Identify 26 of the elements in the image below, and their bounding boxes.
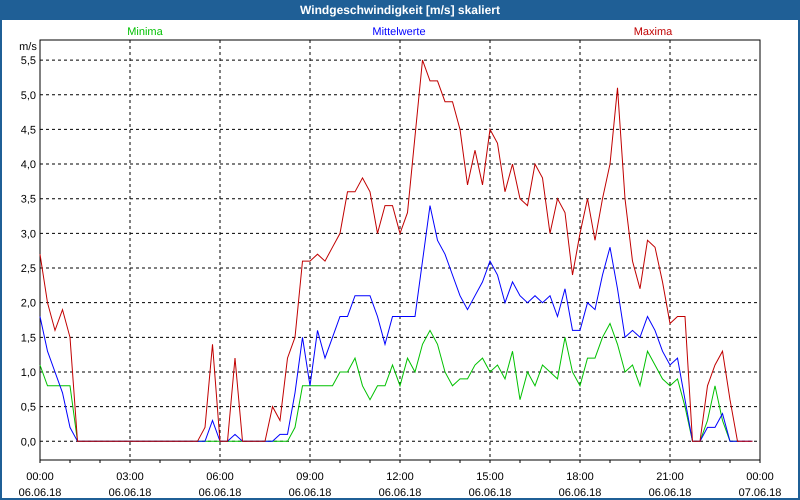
axis-tick-label: 3,5	[20, 194, 36, 206]
axis-tick-label: 00:00 06.06.18	[18, 471, 62, 498]
legend-label: Mittelwerte	[372, 26, 426, 38]
legend-label: Minima	[127, 26, 163, 38]
axis-unit-label: m/s	[19, 41, 37, 53]
axis-tick-label: 18:00 06.06.18	[558, 471, 602, 498]
axis-tick-label: 2,0	[20, 298, 36, 310]
axis-tick-label: 09:00 06.06.18	[288, 471, 332, 498]
axis-tick-label: 0,5	[20, 402, 36, 414]
axis-tick-label: 3,0	[20, 228, 36, 240]
axis-tick-label: 15:00 06.06.18	[468, 471, 512, 498]
axis-tick-label: 5,5	[20, 55, 36, 68]
axis-tick-label: 5,0	[20, 90, 36, 102]
axis-tick-label: 03:00 06.06.18	[108, 471, 152, 498]
legend-label: Maxima	[634, 26, 672, 38]
axis-tick-label: 1,0	[20, 366, 36, 379]
axis-tick-label: 0,0	[20, 436, 36, 448]
axis-tick-label: 21:00 06.06.18	[648, 471, 692, 498]
axis-tick-label: 4,5	[20, 124, 36, 136]
axis-tick-label: 06:00 06.06.18	[198, 471, 242, 498]
axis-tick-label: 1,5	[20, 332, 36, 344]
window-title: Windgeschwindigkeit [m/s] skaliert	[300, 2, 500, 19]
axis-tick-label: 4,0	[20, 159, 36, 172]
axis-tick-label: 00:00 07.06.18	[738, 471, 782, 498]
axis-tick-label: 2,5	[20, 263, 36, 276]
axis-tick-label: 12:00 06.06.18	[378, 471, 422, 498]
